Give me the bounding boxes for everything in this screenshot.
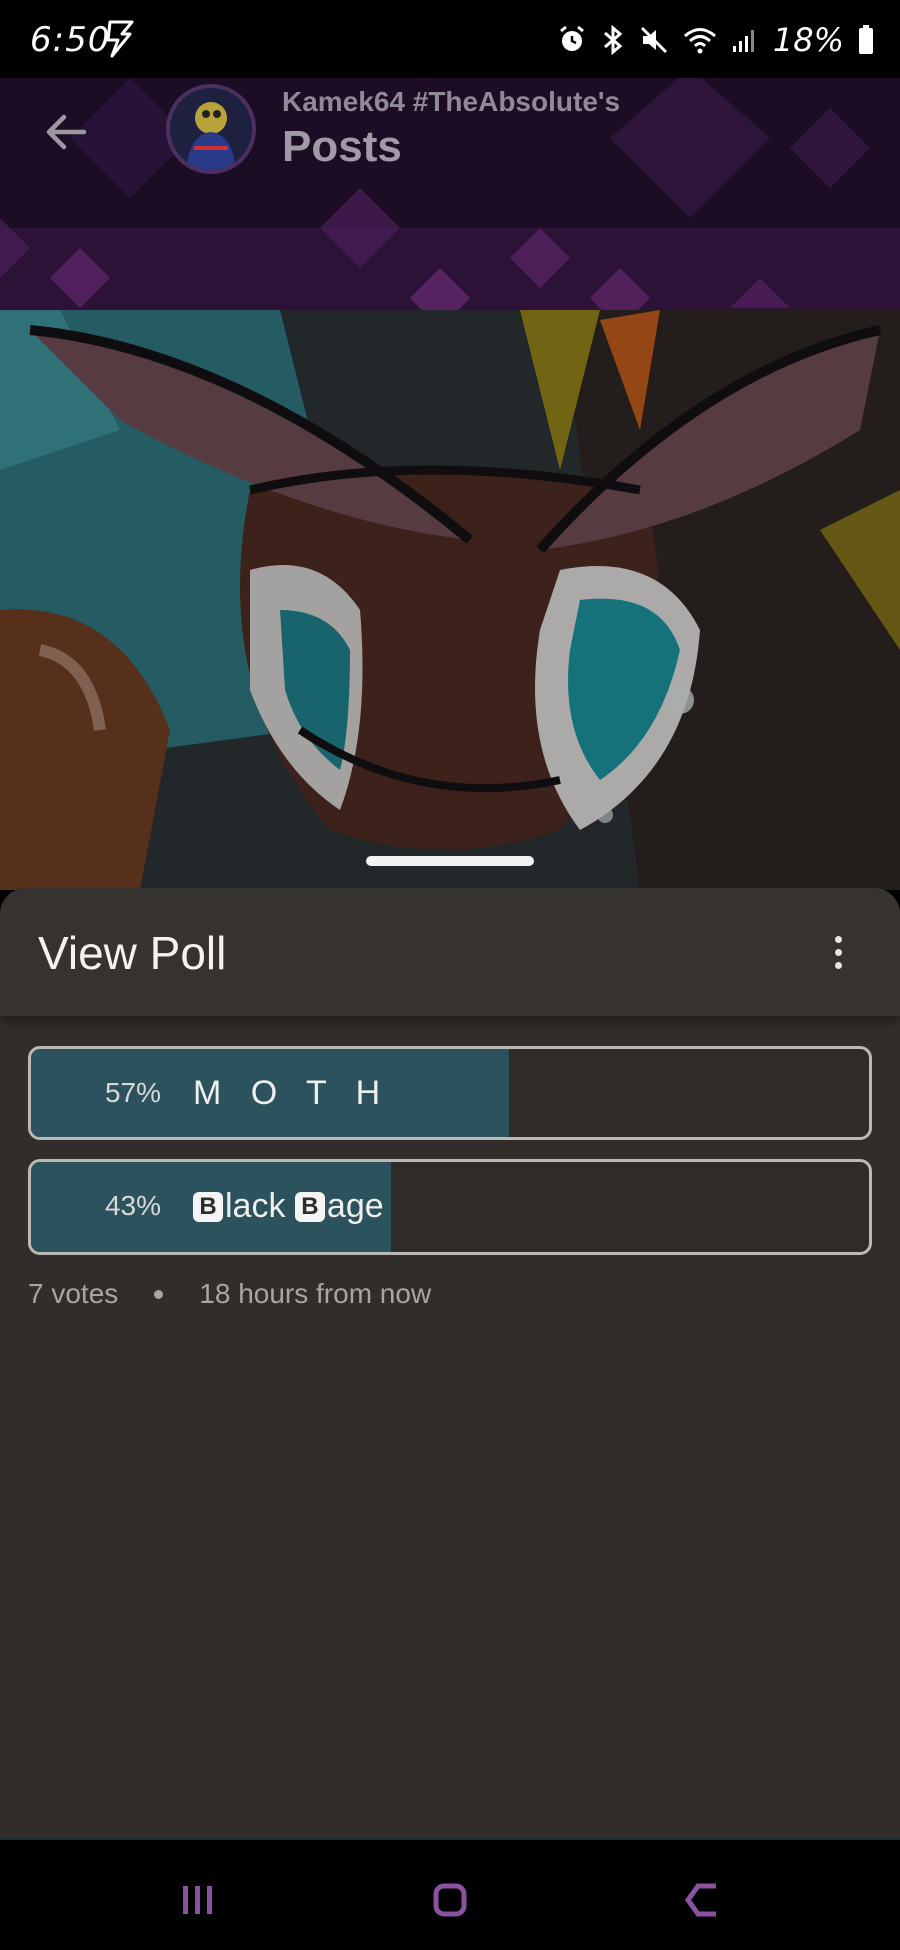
- poll-option-label: Black Bage: [193, 1162, 384, 1252]
- more-vertical-icon: [834, 935, 842, 943]
- vote-count: 7 votes: [28, 1278, 119, 1309]
- separator-dot: [154, 1289, 164, 1299]
- avatar-image: [170, 88, 252, 170]
- recent-apps-button[interactable]: [168, 1870, 228, 1930]
- label-text: age: [326, 1187, 384, 1225]
- home-icon: [433, 1883, 467, 1917]
- sheet-drag-handle[interactable]: [366, 856, 534, 866]
- poll-sheet: View Poll: [0, 888, 900, 1838]
- recent-apps-icon: [183, 1886, 212, 1914]
- poll-option-percent: 57%: [104, 1077, 161, 1108]
- more-options-button[interactable]: [818, 922, 858, 982]
- system-nav-bar: [0, 1838, 900, 1950]
- battery-percent: 18%: [772, 21, 844, 59]
- label-text: lack: [225, 1187, 295, 1225]
- poll-time-left: 18 hours from now: [199, 1278, 432, 1309]
- page-title: Posts: [282, 122, 402, 171]
- battery-icon: [858, 25, 874, 55]
- header-subtitle: Kamek64 #TheAbsolute's: [282, 86, 621, 117]
- nav-back-button[interactable]: [672, 1870, 732, 1930]
- status-time: 6:50: [30, 20, 111, 60]
- avatar[interactable]: [166, 84, 256, 174]
- status-icons: 18%: [557, 21, 874, 59]
- letter-badge-b: B: [193, 1192, 223, 1222]
- post-artwork: [0, 310, 900, 890]
- poll-option-label: M O T H: [193, 1074, 391, 1112]
- artwork-image: [0, 310, 900, 890]
- profile-header: Kamek64 #TheAbsolute's Posts: [0, 78, 900, 310]
- status-bar: 6:50 18%: [0, 0, 900, 78]
- bluetooth-icon: [601, 24, 625, 56]
- poll-option-moth[interactable]: 57% M O T H: [28, 1046, 872, 1140]
- letter-badge-b: B: [294, 1192, 325, 1222]
- wifi-icon: [683, 26, 717, 54]
- arrow-left-icon: [46, 114, 87, 150]
- sheet-header: View Poll: [0, 888, 900, 1016]
- back-button[interactable]: [36, 102, 96, 162]
- home-button[interactable]: [420, 1870, 480, 1930]
- back-icon: [684, 1883, 716, 1917]
- poll-option-percent: 43%: [104, 1190, 161, 1221]
- poll-meta: 7 votes 18 hours from now: [28, 1278, 431, 1310]
- bolt-icon: [104, 20, 136, 58]
- mute-icon: [639, 25, 669, 55]
- signal-icon: [731, 26, 759, 54]
- poll-option-black-bage[interactable]: 43% Black Bage: [28, 1159, 872, 1255]
- alarm-icon: [557, 25, 587, 55]
- sheet-title: View Poll: [38, 927, 227, 979]
